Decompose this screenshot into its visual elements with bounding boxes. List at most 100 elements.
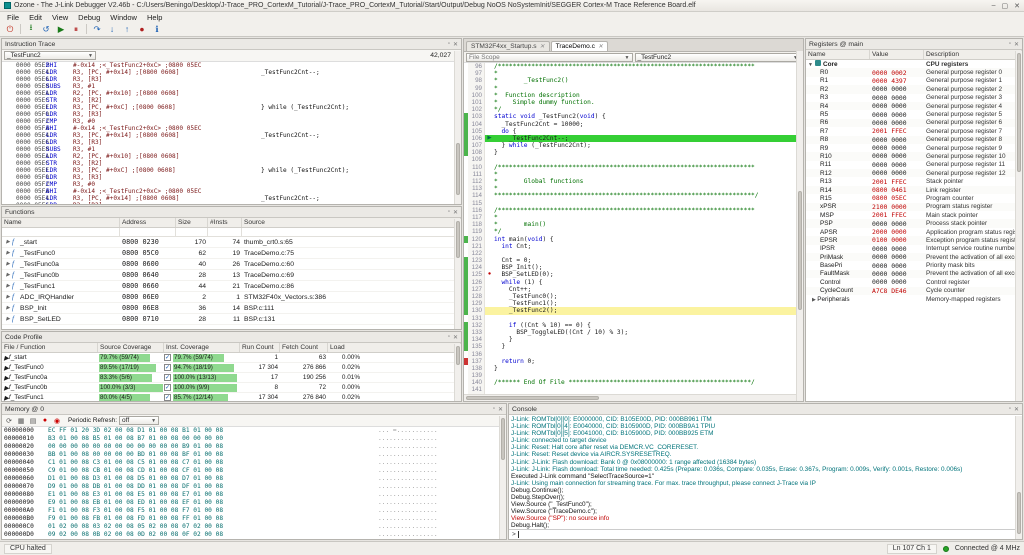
trace-row[interactable]: 0000 05EELDRR3, [PC, #+0xC] ;[0800 0608]…	[2, 104, 461, 111]
expander-icon[interactable]: ▶	[4, 305, 12, 311]
trace-row[interactable]: 0000 05E8SUBSR3, #1	[2, 146, 461, 153]
close-icon[interactable]: ✕	[540, 43, 545, 50]
register-row[interactable]: APSR2000 0000Application program status …	[806, 228, 1022, 236]
profile-row[interactable]: ▶f_TestFunc0a 83.3% (5/6) ✓100.0% (13/13…	[2, 373, 461, 383]
register-row[interactable]: R40000 0000General purpose register 4	[806, 102, 1022, 110]
column-header[interactable]: #Insts	[208, 218, 242, 227]
console-input[interactable]: >	[509, 529, 1022, 539]
filter-input[interactable]	[242, 228, 461, 236]
menu-help[interactable]: Help	[142, 13, 167, 22]
register-row[interactable]: R132001 FFECStack pointer	[806, 177, 1022, 185]
checkbox-icon[interactable]: ✓	[164, 364, 171, 371]
step-into-icon[interactable]: ↓	[105, 23, 119, 35]
function-row[interactable]: ▶fBSP_SetLED 0800 0710 28 11 BSP.c:131	[2, 314, 461, 325]
code-line[interactable]: 127 Cnt++;	[464, 286, 803, 293]
register-row[interactable]: R30000 0000General purpose register 3	[806, 94, 1022, 102]
register-row[interactable]: CycleCountA7C8 DE46Cycle counter	[806, 287, 1022, 295]
trace-row[interactable]: 0000 05E6LDRR3, [R3]	[2, 76, 461, 83]
memory-row[interactable]: 00000090E9 01 00 08 EB 01 00 08 ED 01 00…	[2, 499, 506, 507]
code-line[interactable]: 135 }	[464, 343, 803, 350]
refresh-icon[interactable]: ⟳	[4, 416, 14, 425]
scrollbar[interactable]	[796, 51, 803, 401]
checkbox-icon[interactable]: ✓	[164, 374, 171, 381]
column-header[interactable]: Value	[870, 50, 924, 59]
register-row[interactable]: R20000 0000General purpose register 2	[806, 85, 1022, 93]
function-row[interactable]: ▶f_TestFunc0a 0800 0600 40 26 TraceDemo.…	[2, 259, 461, 270]
code-line[interactable]: 99*	[464, 85, 803, 92]
register-row[interactable]: ▶ PeripheralsMemory-mapped registers	[806, 295, 1022, 303]
breakpoint-icon[interactable]: ●	[135, 23, 149, 35]
register-row[interactable]: R120000 0000General purpose register 12	[806, 169, 1022, 177]
column-header[interactable]: Address	[120, 218, 176, 227]
panel-titlebar[interactable]: Instruction Trace ▫✕	[2, 39, 461, 50]
code-line[interactable]: 107 } while (_TestFunc2Cnt);	[464, 142, 803, 149]
console-log[interactable]: J-Link: ROMTbl[0][0]: E0000000, CID: B10…	[509, 415, 1022, 529]
column-header[interactable]: Name	[2, 218, 120, 227]
scrollbar[interactable]	[454, 51, 461, 204]
code-line[interactable]: 117*	[464, 214, 803, 221]
code-line[interactable]: 112* Global functions	[464, 178, 803, 185]
function-row[interactable]: ▶f_TestFunc0 0800 05C0 62 19 TraceDemo.c…	[2, 248, 461, 259]
trace-row[interactable]: 0000 05F0LDRR3, [R3]	[2, 174, 461, 181]
close-icon[interactable]: ✕	[453, 41, 458, 48]
column-header[interactable]: Source Coverage	[98, 343, 164, 352]
float-icon[interactable]: ▫	[448, 209, 450, 216]
profile-row[interactable]: ▶f_start 79.7% (59/74) ✓79.7% (59/74) 1 …	[2, 353, 461, 363]
code-line[interactable]: 98* _TestFunc2()	[464, 77, 803, 84]
expander-icon[interactable]: ▶	[4, 316, 12, 322]
column-header[interactable]: Fetch Count	[280, 343, 328, 352]
menu-file[interactable]: File	[2, 13, 24, 22]
register-row[interactable]: BasePri0000 0000Priority mask bits	[806, 261, 1022, 269]
code-line[interactable]: 131	[464, 315, 803, 322]
code-line[interactable]: 110/************************************…	[464, 164, 803, 171]
panel-titlebar[interactable]: Memory @ 0 ▫✕	[2, 404, 506, 415]
code-line[interactable]: 124 BSP_Init();	[464, 264, 803, 271]
register-row[interactable]: EPSR0100 0000Exception program status re…	[806, 236, 1022, 244]
panel-titlebar[interactable]: Functions ▫✕	[2, 207, 461, 218]
register-row[interactable]: MSP2001 FFECMain stack pointer	[806, 211, 1022, 219]
code-line[interactable]: 125● BSP_SetLED(0);	[464, 271, 803, 278]
function-scope-select[interactable]: _TestFunc2 ▼	[635, 53, 802, 62]
code-area[interactable]: 96/*************************************…	[464, 63, 803, 401]
profile-row[interactable]: ▶f_TestFunc1 80.0% (4/5) ✓85.7% (12/14) …	[2, 393, 461, 401]
scrollbar[interactable]	[454, 344, 461, 401]
code-line[interactable]: 136	[464, 351, 803, 358]
trace-row[interactable]: 0000 05ECSTRR3, [R2]	[2, 97, 461, 104]
record-icon[interactable]: ●	[40, 416, 50, 425]
code-line[interactable]: 116/************************************…	[464, 207, 803, 214]
code-line[interactable]: 132 if ((Cnt % 10) == 0) {	[464, 322, 803, 329]
halt-icon[interactable]: ⏸	[69, 23, 83, 35]
filter-input[interactable]	[2, 228, 120, 236]
register-row[interactable]: FaultMask0000 0000Prevent the activation…	[806, 270, 1022, 278]
scrollbar[interactable]	[1015, 416, 1022, 539]
code-line[interactable]: 114*************************************…	[464, 192, 803, 199]
trace-row[interactable]: 0000 05EALDRR2, [PC, #+0x10] ;[0800 0608…	[2, 153, 461, 160]
trace-row[interactable]: 0000 05EALDRR2, [PC, #+0x10] ;[0800 0608…	[2, 90, 461, 97]
expander-icon[interactable]: ▶	[4, 283, 12, 289]
function-row[interactable]: ▶fADC_IRQHandler 0800 06E0 2 1 STM32F40x…	[2, 292, 461, 303]
power-icon[interactable]: ⏻	[3, 23, 17, 35]
expander-icon[interactable]: ▶	[4, 272, 12, 278]
memory-row[interactable]: 000000A0F1 01 00 08 F3 01 00 08 F5 01 00…	[2, 507, 506, 515]
menu-view[interactable]: View	[47, 13, 73, 22]
register-row[interactable]: R50000 0000General purpose register 5	[806, 110, 1022, 118]
register-row[interactable]: R100000 0000General purpose register 10	[806, 152, 1022, 160]
panel-titlebar[interactable]: Code Profile ▫✕	[2, 332, 461, 343]
function-row[interactable]: ▶f_TestFunc0b 0800 0640 28 13 TraceDemo.…	[2, 270, 461, 281]
profile-row[interactable]: ▶f_TestFunc0b 100.0% (3/3) ✓100.0% (9/9)…	[2, 383, 461, 393]
export-icon[interactable]: ▤	[28, 416, 38, 425]
tab-tracedemo-c[interactable]: TraceDemo.c✕	[551, 41, 608, 51]
expander-icon[interactable]: ▶	[812, 297, 817, 303]
close-icon[interactable]: ✕	[453, 334, 458, 341]
trace-row[interactable]: 0000 05E4LDRR3, [PC, #+0x14] ;[0800 0608…	[2, 132, 461, 139]
register-row[interactable]: PSP0000 0000Process stack pointer	[806, 219, 1022, 227]
trace-row[interactable]: 0000 05E4LDRR3, [PC, #+0x14] ;[0800 0608…	[2, 69, 461, 76]
filter-input[interactable]	[208, 228, 242, 236]
panel-titlebar[interactable]: Console ▫✕	[509, 404, 1022, 415]
register-row[interactable]: PriMask0000 0000Prevent the activation o…	[806, 253, 1022, 261]
register-row[interactable]: R10000 4397General purpose register 1	[806, 77, 1022, 85]
trace-row[interactable]: 0000 05E6LDRR3, [R3]	[2, 202, 461, 204]
code-line[interactable]: 103static void _TestFunc2(void) {	[464, 113, 803, 120]
scrollbar[interactable]	[1015, 51, 1022, 401]
register-row[interactable]: R150800 05ECProgram counter	[806, 194, 1022, 202]
